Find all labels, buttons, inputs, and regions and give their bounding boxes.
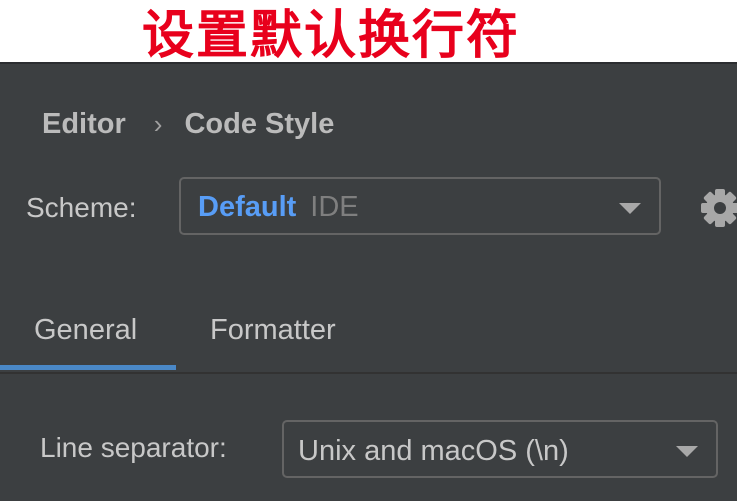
scheme-dropdown[interactable]: Default IDE — [179, 177, 661, 235]
line-separator-value: Unix and macOS (\n) — [298, 435, 569, 467]
line-separator-dropdown[interactable]: Unix and macOS (\n) — [282, 420, 718, 478]
tab-bar: General Formatter — [0, 296, 737, 374]
banner-divider — [0, 62, 737, 64]
breadcrumb-item-editor[interactable]: Editor — [42, 108, 126, 141]
line-separator-label: Line separator: — [40, 432, 227, 463]
scheme-label: Scheme: — [26, 192, 137, 223]
tab-formatter[interactable]: Formatter — [210, 312, 336, 348]
chevron-down-icon — [619, 203, 641, 214]
gear-icon[interactable] — [700, 188, 737, 228]
breadcrumb-item-code-style: Code Style — [184, 107, 335, 140]
scheme-name: Default — [198, 191, 297, 223]
banner: 设置默认换行符 — [0, 0, 737, 66]
scheme-type: IDE — [310, 191, 359, 223]
scheme-value: Default IDE — [198, 190, 359, 224]
breadcrumb: Editor › Code Style — [42, 104, 334, 144]
settings-page: 设置默认换行符 Editor › Code Style Scheme: Defa… — [0, 0, 737, 501]
breadcrumb-separator: › — [153, 108, 163, 139]
banner-title: 设置默认换行符 — [142, 6, 521, 66]
tab-general[interactable]: General — [34, 312, 137, 348]
tab-selected-indicator — [0, 365, 176, 370]
chevron-down-icon — [676, 446, 698, 457]
tabs-divider — [0, 372, 737, 374]
